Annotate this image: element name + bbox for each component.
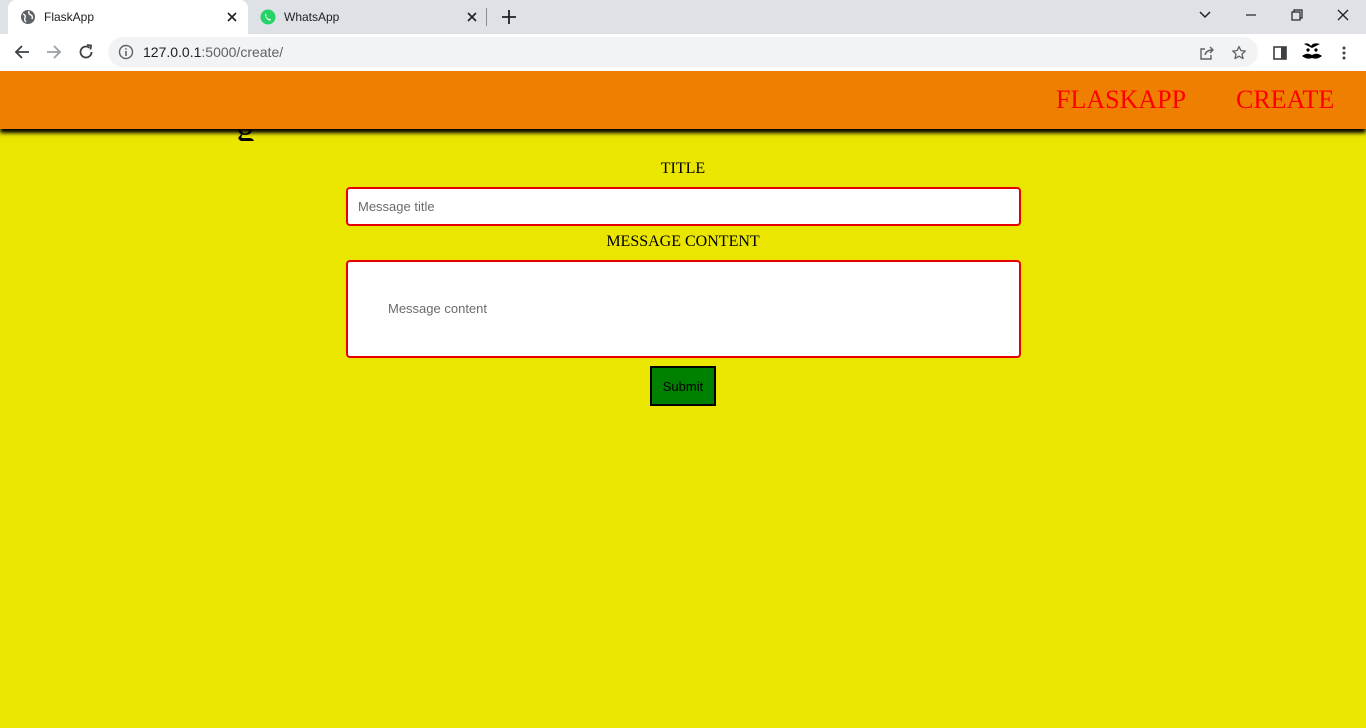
globe-icon xyxy=(20,9,36,25)
url-host: 127.0.0.1 xyxy=(143,44,202,60)
tab-flaskapp[interactable]: FlaskApp xyxy=(8,0,248,34)
minimize-button[interactable] xyxy=(1228,0,1274,30)
share-icon[interactable] xyxy=(1198,44,1216,62)
navbar: FLASKAPP CREATE xyxy=(0,71,1366,129)
restore-icon xyxy=(1291,9,1303,21)
side-panel-icon[interactable] xyxy=(1270,43,1290,63)
title-label: TITLE xyxy=(660,160,706,177)
tab-strip: FlaskApp WhatsApp xyxy=(0,0,1366,34)
browser-toolbar: 127.0.0.1:5000/create/ xyxy=(0,34,1366,71)
reload-icon xyxy=(79,44,93,59)
profile-avatar-icon[interactable] xyxy=(1300,42,1324,62)
close-icon[interactable] xyxy=(222,7,242,27)
title-input[interactable] xyxy=(346,187,1021,226)
restore-button[interactable] xyxy=(1274,0,1320,30)
tab-search-button[interactable] xyxy=(1182,0,1228,30)
content-textarea[interactable] xyxy=(346,260,1021,358)
nav-create-link[interactable]: CREATE xyxy=(1236,85,1334,115)
close-icon[interactable] xyxy=(462,7,482,27)
tab-whatsapp[interactable]: WhatsApp xyxy=(248,0,488,34)
tab-divider xyxy=(486,8,487,26)
reload-button[interactable] xyxy=(72,38,100,66)
arrow-right-icon xyxy=(47,45,62,59)
close-icon xyxy=(1337,9,1349,21)
url-text[interactable]: 127.0.0.1:5000/create/ xyxy=(143,44,283,60)
whatsapp-icon xyxy=(260,9,276,25)
tab-title: FlaskApp xyxy=(44,10,95,24)
url-path: :5000/create/ xyxy=(201,44,284,60)
minimize-icon xyxy=(1246,14,1256,16)
content-label: MESSAGE CONTENT xyxy=(606,233,760,250)
tab-title: WhatsApp xyxy=(284,10,340,24)
forward-button[interactable] xyxy=(40,38,68,66)
bookmark-star-icon[interactable] xyxy=(1230,44,1248,62)
back-button[interactable] xyxy=(8,38,36,66)
chevron-down-icon xyxy=(1199,11,1211,19)
submit-button[interactable]: Submit xyxy=(650,366,716,406)
nav-brand-link[interactable]: FLASKAPP xyxy=(1056,85,1186,115)
address-bar[interactable]: 127.0.0.1:5000/create/ xyxy=(108,37,1258,67)
plus-icon xyxy=(502,10,516,24)
more-menu-icon[interactable] xyxy=(1334,43,1354,63)
arrow-left-icon xyxy=(14,45,29,59)
close-window-button[interactable] xyxy=(1320,0,1366,30)
new-tab-button[interactable] xyxy=(498,6,520,28)
site-info-icon[interactable] xyxy=(118,44,134,60)
